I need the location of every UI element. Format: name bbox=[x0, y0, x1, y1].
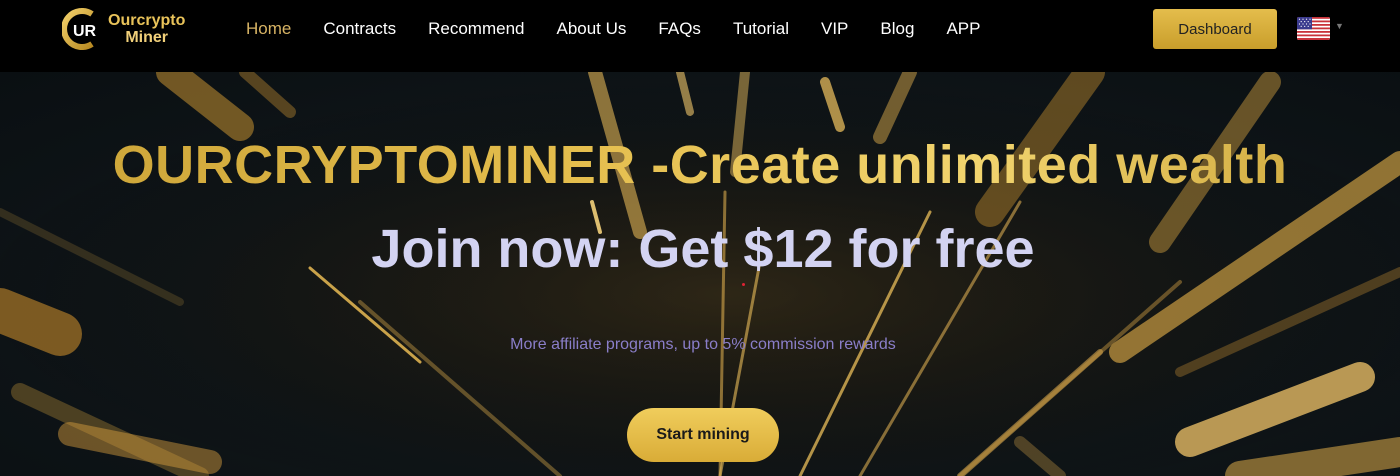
dashboard-button[interactable]: Dashboard bbox=[1153, 9, 1277, 49]
nav-recommend[interactable]: Recommend bbox=[428, 18, 524, 40]
main-nav: Home Contracts Recommend About Us FAQs T… bbox=[230, 18, 1012, 40]
site-logo[interactable]: UR Ourcrypto Miner bbox=[62, 8, 202, 52]
language-selector[interactable]: ▼ bbox=[1297, 17, 1347, 41]
logo-line2: Miner bbox=[125, 29, 168, 46]
hero-section: OURCRYPTOMINER -Create unlimited wealth … bbox=[0, 72, 1400, 476]
nav-faqs[interactable]: FAQs bbox=[658, 18, 701, 40]
hero-tagline: More affiliate programs, up to 5% commis… bbox=[510, 336, 896, 353]
nav-blog[interactable]: Blog bbox=[880, 18, 914, 40]
top-navbar: UR Ourcrypto Miner Home Contracts Recomm… bbox=[0, 0, 1400, 72]
nav-contracts[interactable]: Contracts bbox=[323, 18, 396, 40]
logo-wordmark: Ourcrypto Miner bbox=[108, 12, 185, 46]
logo-line1: Ourcrypto bbox=[108, 12, 186, 29]
nav-about-us[interactable]: About Us bbox=[556, 18, 626, 40]
nav-home[interactable]: Home bbox=[246, 18, 291, 40]
svg-text:UR: UR bbox=[73, 23, 97, 40]
logo-mark-icon: UR bbox=[62, 8, 100, 50]
chevron-down-icon: ▼ bbox=[1335, 21, 1344, 31]
start-mining-button[interactable]: Start mining bbox=[627, 408, 779, 462]
decorative-dot bbox=[742, 283, 745, 286]
nav-tutorial[interactable]: Tutorial bbox=[733, 18, 789, 40]
nav-app[interactable]: APP bbox=[946, 18, 980, 40]
nav-vip[interactable]: VIP bbox=[821, 18, 848, 40]
us-flag-icon bbox=[1297, 17, 1330, 40]
hero-subheadline: Join now: Get $12 for free bbox=[371, 219, 1035, 279]
hero-headline: OURCRYPTOMINER -Create unlimited wealth bbox=[0, 134, 1400, 196]
